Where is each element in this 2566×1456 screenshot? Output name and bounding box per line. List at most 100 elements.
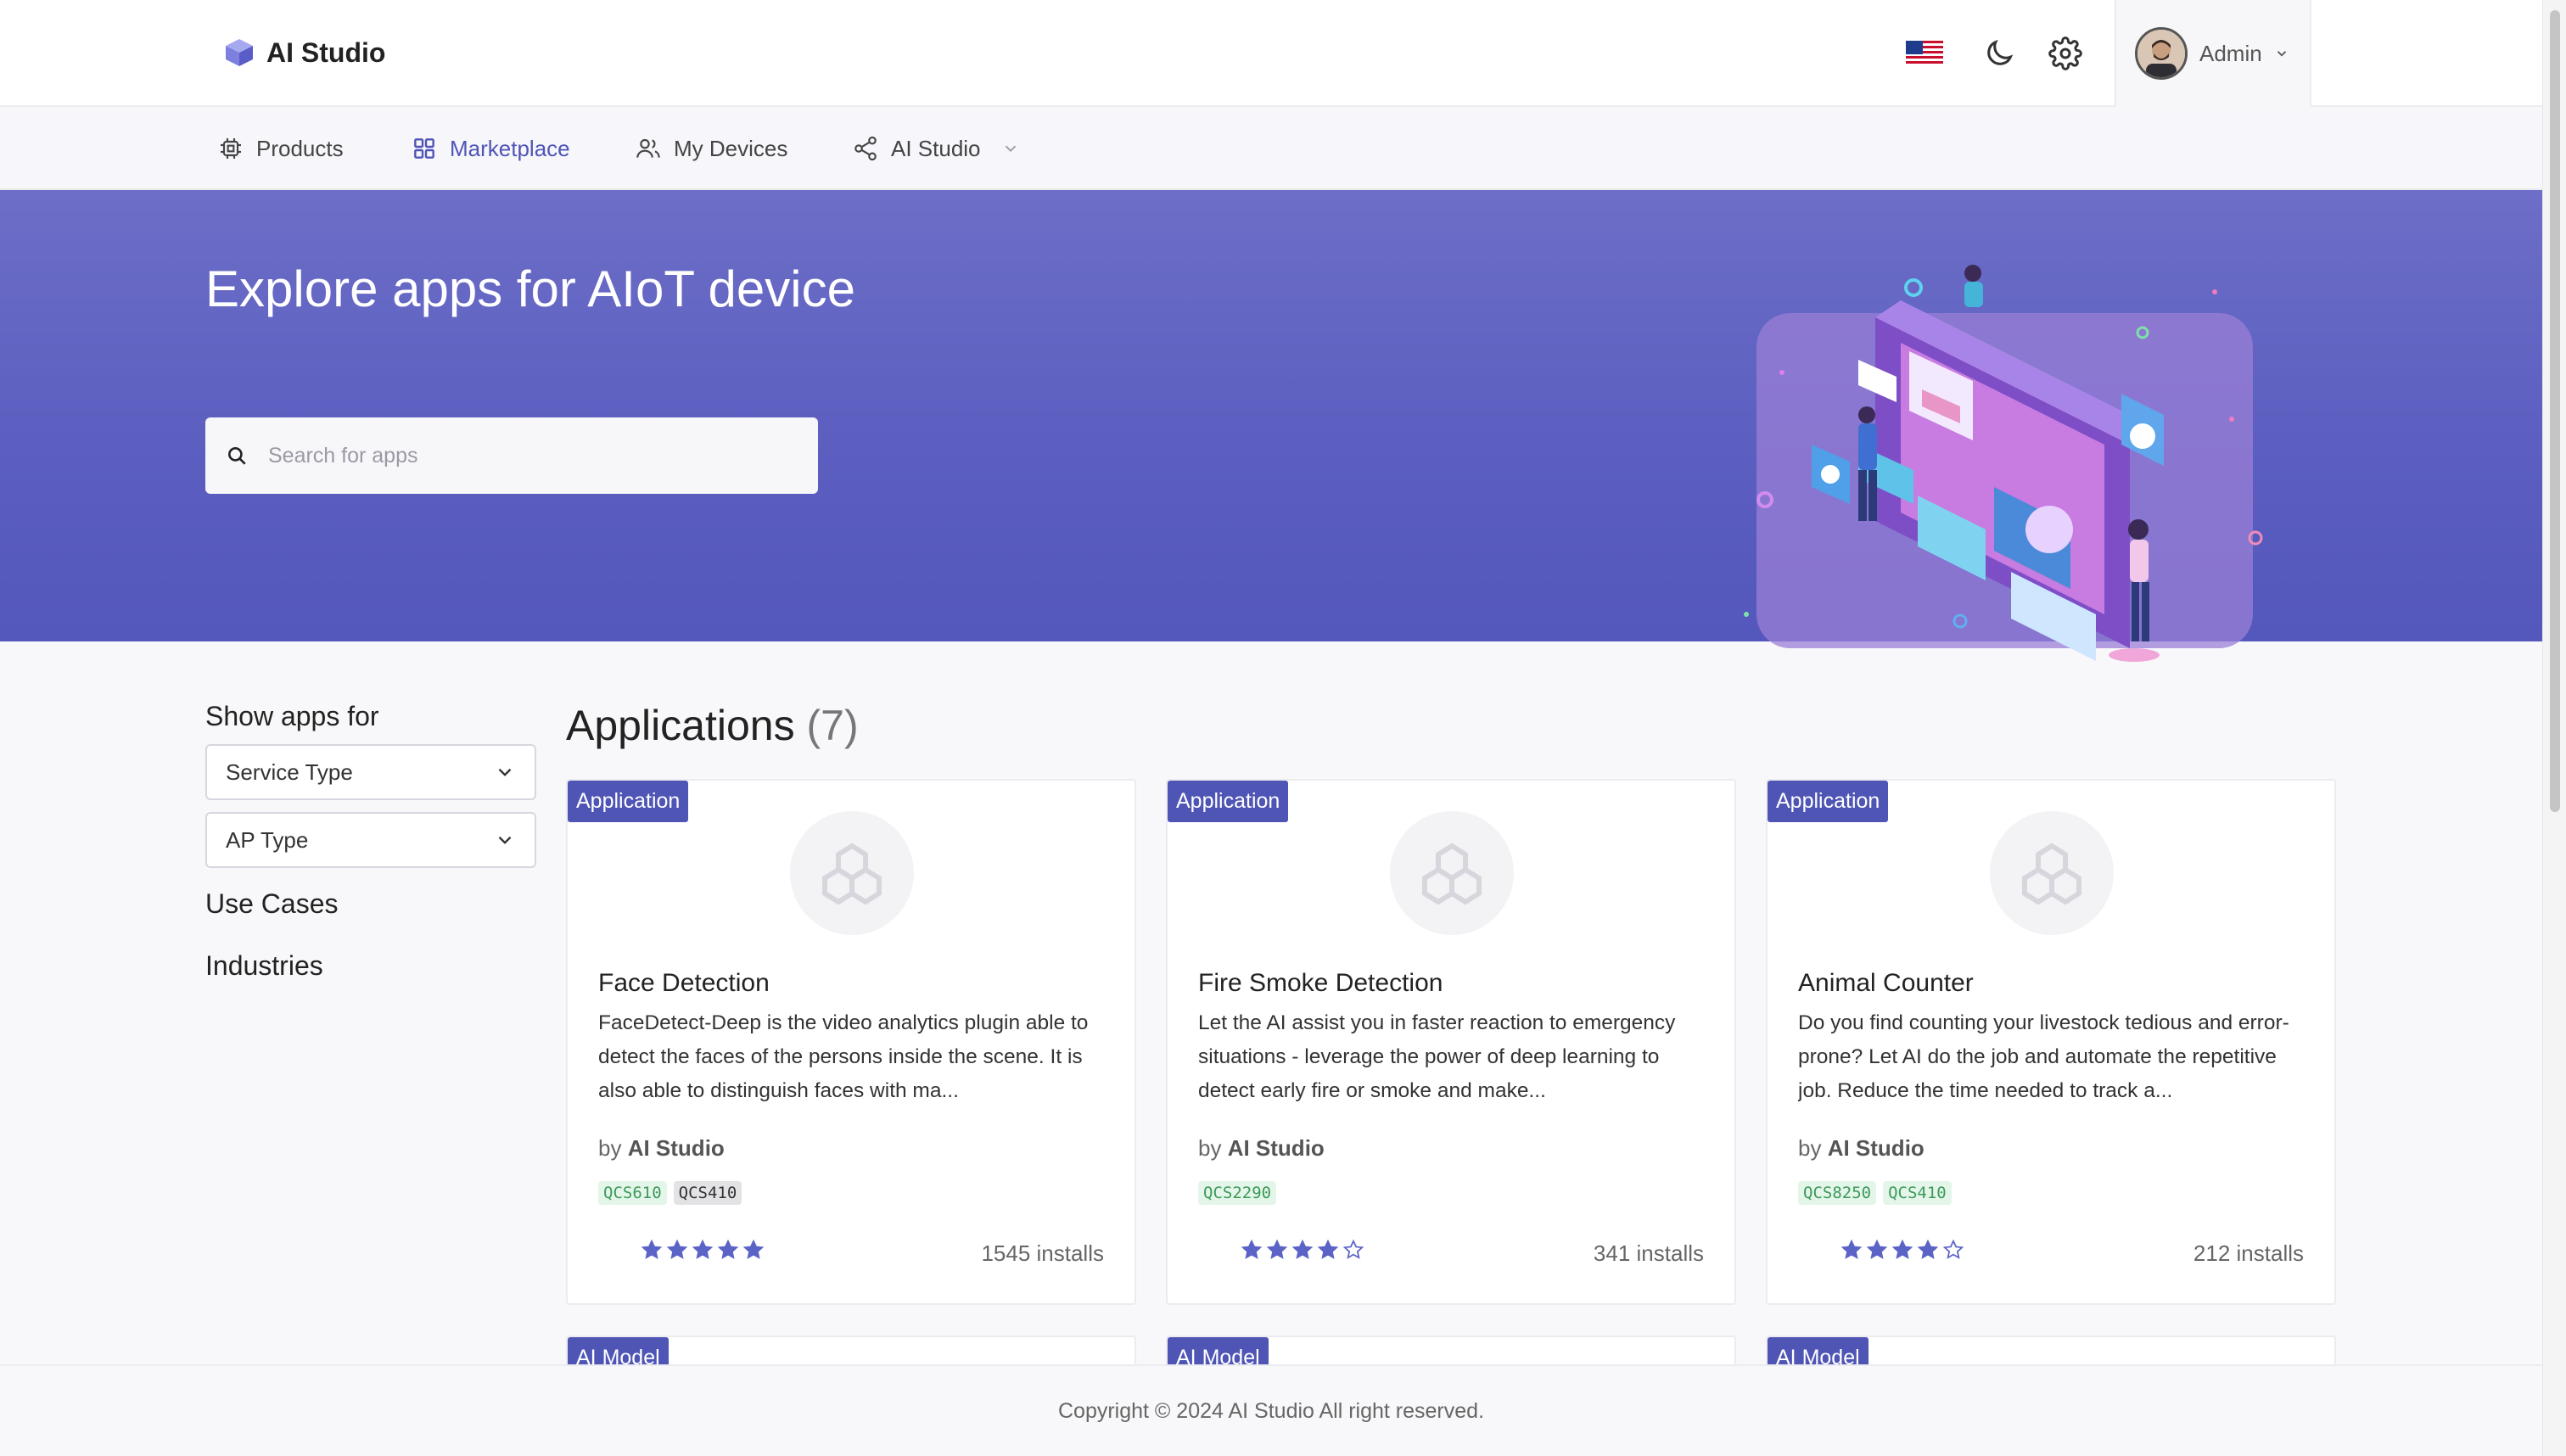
nav-label-marketplace: Marketplace (450, 135, 570, 161)
chip-tag: QCS2290 (1198, 1181, 1277, 1205)
industries-link[interactable]: Industries (205, 950, 536, 982)
app-author: by AI Studio (598, 1135, 725, 1162)
chip-tag: QCS410 (673, 1181, 742, 1205)
app-icon (1990, 811, 2114, 935)
nav-item-my-devices[interactable]: My Devices (635, 107, 787, 190)
page-scrollbar[interactable] (2542, 0, 2566, 1456)
rating-stars (641, 1239, 765, 1261)
nav-item-ai-studio[interactable]: AI Studio (852, 107, 1020, 190)
hero-title: Explore apps for AIoT device (205, 260, 855, 317)
app-name[interactable]: Face Detection (598, 969, 770, 998)
main-nav: Products Marketplace My Devices AI Studi… (0, 107, 2542, 190)
app-card[interactable]: Application Fire Smoke Detection Let the… (1166, 779, 1736, 1305)
grid-icon (414, 138, 434, 159)
filter-title: Show apps for (205, 701, 379, 731)
star-filled-icon (1291, 1239, 1314, 1259)
star-filled-icon (717, 1239, 739, 1259)
app-placeholder-icon (822, 843, 882, 905)
nav-label-ai-studio: AI Studio (891, 135, 981, 161)
filter-sidebar: Show apps for Service Type AP Type Use C… (205, 701, 536, 982)
app-icon (790, 811, 914, 935)
card-badge: Application (1768, 781, 1889, 822)
nav-item-products[interactable]: Products (217, 107, 344, 190)
nav-item-marketplace[interactable]: Marketplace (411, 107, 570, 190)
rating-stars (1241, 1239, 1364, 1261)
chip-tag: QCS610 (598, 1181, 667, 1205)
app-author: by AI Studio (1198, 1135, 1325, 1162)
ap-type-select[interactable]: AP Type (205, 812, 536, 868)
chip-tag: QCS410 (1883, 1181, 1952, 1205)
star-empty-icon (1342, 1239, 1364, 1259)
search-box[interactable] (205, 417, 818, 494)
brand-name: AI Studio (266, 36, 386, 68)
top-bar: AI Studio Admin (0, 0, 2542, 107)
hero-banner: Explore apps for AIoT device (0, 190, 2542, 662)
star-empty-icon (1942, 1239, 1964, 1259)
app-name[interactable]: Fire Smoke Detection (1198, 969, 1443, 998)
applications-heading: Applications (7) (566, 701, 859, 750)
app-placeholder-icon (1422, 843, 1482, 905)
app-card[interactable]: Application Animal Counter Do you find c… (1766, 779, 2336, 1305)
scrollbar-thumb[interactable] (2550, 10, 2560, 812)
search-icon (228, 447, 246, 465)
share-icon (854, 136, 877, 161)
author-prefix: by (1198, 1135, 1222, 1161)
card-badge: Application (1168, 781, 1289, 822)
use-cases-link[interactable]: Use Cases (205, 888, 536, 920)
chevron-down-icon (498, 768, 512, 776)
search-input[interactable] (268, 443, 794, 468)
star-filled-icon (1891, 1239, 1913, 1259)
hero-illustration (1744, 265, 2263, 662)
applications-title: Applications (566, 702, 795, 749)
chip-list: QCS610 QCS410 (598, 1181, 742, 1205)
star-filled-icon (1866, 1239, 1888, 1259)
chip-tag: QCS8250 (1798, 1181, 1877, 1205)
star-filled-icon (641, 1239, 663, 1259)
service-type-select[interactable]: Service Type (205, 744, 536, 800)
brand-logo[interactable]: AI Studio (222, 36, 385, 70)
applications-count: (7) (806, 702, 859, 749)
install-count: 341 installs (1593, 1240, 1704, 1266)
moon-icon[interactable] (1982, 36, 2016, 70)
author-prefix: by (1798, 1135, 1822, 1161)
star-filled-icon (1266, 1239, 1288, 1259)
chip-list: QCS2290 (1198, 1181, 1277, 1205)
star-filled-icon (742, 1239, 765, 1259)
nav-label-my-devices: My Devices (674, 135, 788, 161)
app-description: FaceDetect-Deep is the video analytics p… (598, 1011, 1089, 1102)
chip-icon (221, 138, 241, 159)
us-flag-icon[interactable] (1906, 41, 1943, 66)
app-description: Let the AI assist you in faster reaction… (1198, 1011, 1676, 1102)
star-filled-icon (1241, 1239, 1263, 1259)
top-actions: Admin (1906, 0, 2311, 107)
app-description: Do you find counting your livestock tedi… (1798, 1011, 2289, 1102)
rating-stars (1840, 1239, 1964, 1261)
chevron-down-icon (498, 836, 512, 844)
logo-icon (226, 39, 253, 66)
star-filled-icon (692, 1239, 714, 1259)
service-type-label: Service Type (226, 759, 353, 785)
star-filled-icon (666, 1239, 688, 1259)
user-menu[interactable]: Admin (2115, 0, 2311, 107)
star-filled-icon (1317, 1239, 1339, 1259)
star-filled-icon (1840, 1239, 1863, 1259)
app-card[interactable]: Application Face Detection FaceDetect-De… (566, 779, 1136, 1305)
gear-icon[interactable] (2048, 36, 2082, 70)
copyright-text: Copyright © 2024 AI Studio All right res… (1057, 1398, 1485, 1423)
author-name: AI Studio (627, 1135, 725, 1161)
author-name: AI Studio (1227, 1135, 1325, 1161)
card-badge: Application (568, 781, 689, 822)
install-count: 212 installs (2193, 1240, 2304, 1266)
chevron-down-icon (1005, 145, 1016, 153)
star-filled-icon (1917, 1239, 1939, 1259)
author-name: AI Studio (1827, 1135, 1924, 1161)
app-name[interactable]: Animal Counter (1798, 969, 1974, 998)
avatar (2135, 27, 2188, 80)
app-author: by AI Studio (1798, 1135, 1924, 1162)
app-icon (1390, 811, 1514, 935)
chip-list: QCS8250 QCS410 (1798, 1181, 1952, 1205)
user-name: Admin (2199, 40, 2262, 66)
app-placeholder-icon (2022, 843, 2081, 905)
nav-label-products: Products (256, 135, 344, 161)
ap-type-label: AP Type (226, 826, 309, 853)
